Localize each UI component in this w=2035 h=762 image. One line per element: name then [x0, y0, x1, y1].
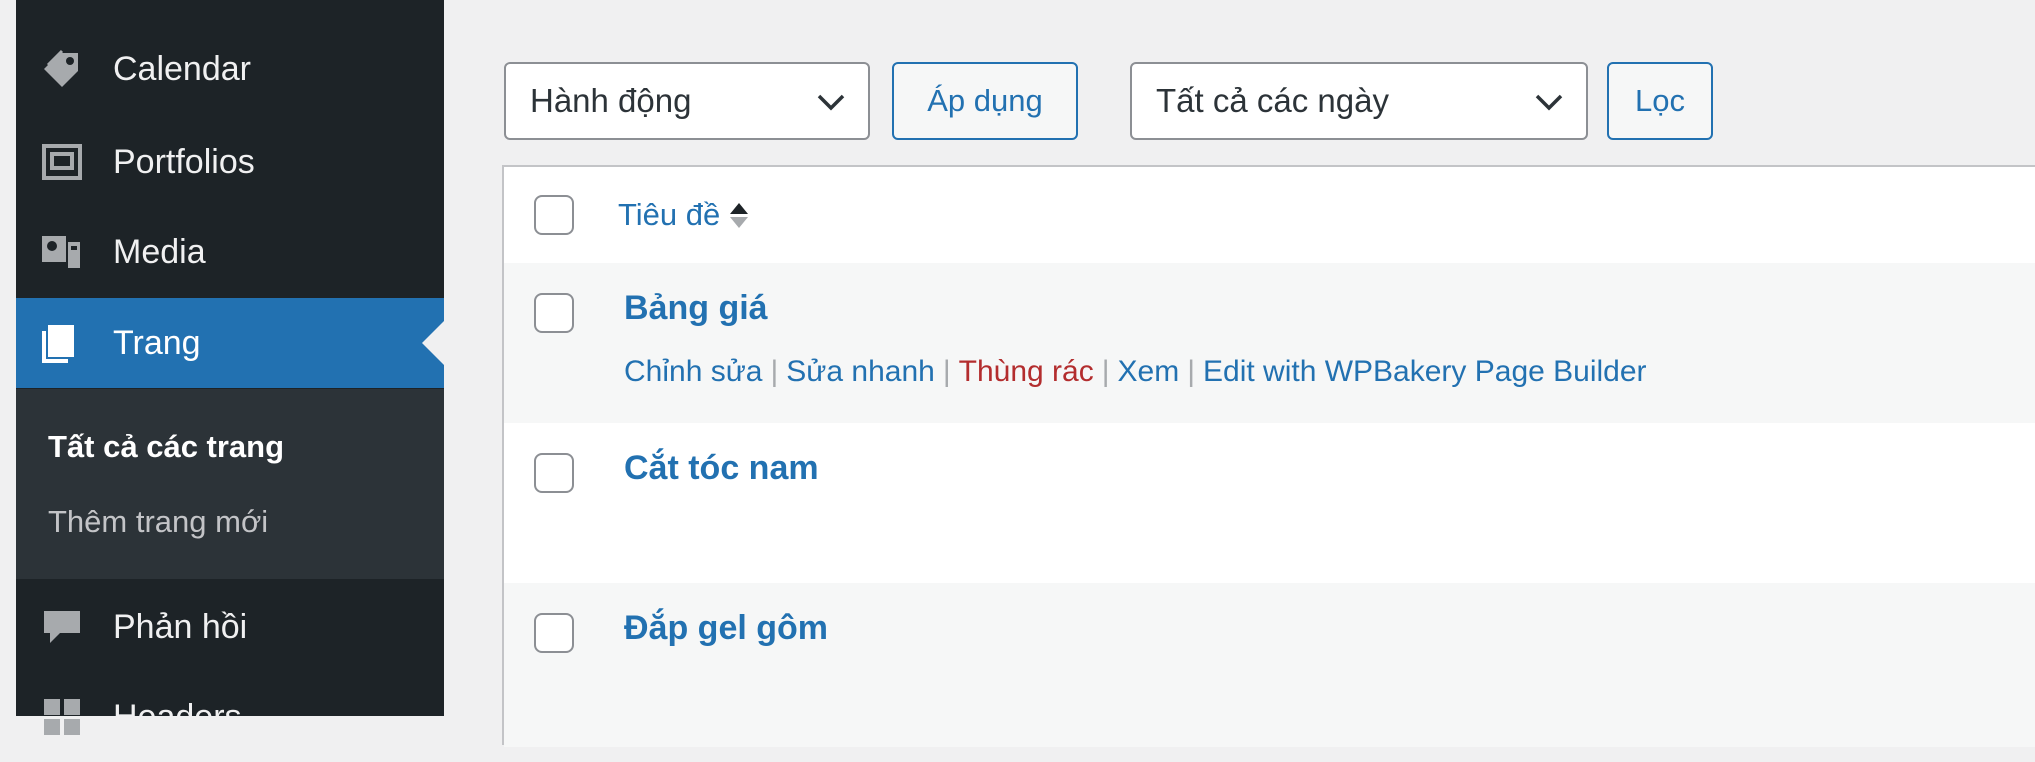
- view-link[interactable]: Xem: [1118, 355, 1180, 388]
- table-header: Tiêu đề: [504, 167, 2035, 265]
- row-actions: Chỉnh sửa | Sửa nhanh | Thùng rác | Xem | Edit w…: [624, 355, 1647, 388]
- menu-item-media[interactable]: Media: [16, 207, 444, 297]
- menu-item-label: Trang: [113, 323, 201, 362]
- trash-link[interactable]: Thùng rác: [959, 355, 1094, 388]
- date-filter-select[interactable]: Tất cả các ngày: [1130, 62, 1588, 140]
- column-title-label: Tiêu đề: [618, 197, 721, 232]
- page-icon: [40, 321, 84, 365]
- sort-icon: [730, 202, 749, 228]
- row-checkbox[interactable]: [534, 293, 574, 333]
- row-checkbox[interactable]: [534, 613, 574, 653]
- current-menu-arrow: [422, 321, 444, 365]
- select-all-checkbox[interactable]: [534, 195, 574, 235]
- menu-item-label: Portfolios: [113, 142, 255, 181]
- menu-item-comments[interactable]: Phản hồi: [16, 582, 444, 672]
- quick-edit-link[interactable]: Sửa nhanh: [786, 355, 935, 388]
- main-content: Hành động Áp dụng Tất cả các ngày Lọc Ti…: [444, 0, 2035, 747]
- comment-icon: [40, 605, 84, 649]
- pages-submenu: Tất cả các trang Thêm trang mới: [16, 389, 444, 579]
- date-filter-value: Tất cả các ngày: [1156, 82, 1389, 119]
- column-title-header[interactable]: Tiêu đề: [618, 197, 749, 233]
- row-title-link[interactable]: Cắt tóc nam: [624, 449, 819, 488]
- submenu-item-add-new[interactable]: Thêm trang mới: [48, 504, 268, 540]
- submenu-item-all-pages[interactable]: Tất cả các trang: [48, 429, 284, 465]
- table-row: Cắt tóc nam: [504, 423, 2035, 583]
- table-row: Bảng giá Chỉnh sửa | Sửa nhanh | Thùng rác | X…: [504, 263, 2035, 423]
- chevron-down-icon: [1534, 82, 1564, 120]
- menu-item-label: Calendar: [113, 49, 251, 88]
- menu-item-portfolios[interactable]: Portfolios: [16, 117, 444, 207]
- row-title-link[interactable]: Bảng giá: [624, 289, 768, 328]
- apply-button[interactable]: Áp dụng: [892, 62, 1078, 140]
- table-row: Đắp gel gôm: [504, 583, 2035, 747]
- menu-item-label: Headers: [113, 697, 242, 736]
- row-checkbox[interactable]: [534, 453, 574, 493]
- menu-item-label: Media: [113, 232, 206, 271]
- bulk-action-value: Hành động: [530, 82, 692, 119]
- menu-item-trang[interactable]: Trang: [16, 298, 444, 388]
- grid-icon: [40, 695, 84, 739]
- wpbakery-edit-link[interactable]: Edit with WPBakery Page Builder: [1203, 355, 1647, 388]
- menu-item-headers[interactable]: Headers: [16, 672, 444, 762]
- filter-button[interactable]: Lọc: [1607, 62, 1713, 140]
- pages-table: Tiêu đề Bảng giá Chỉnh sửa | Sửa nhanh | Thù…: [502, 165, 2035, 747]
- portfolio-icon: [40, 140, 84, 184]
- media-icon: [40, 230, 84, 274]
- row-title-link[interactable]: Đắp gel gôm: [624, 609, 828, 648]
- admin-sidebar: Calendar Portfolios Media Trang Tất cả c…: [16, 0, 444, 736]
- menu-item-calendar[interactable]: Calendar: [16, 24, 444, 114]
- edit-link[interactable]: Chỉnh sửa: [624, 355, 763, 388]
- menu-item-label: Phản hồi: [113, 607, 248, 646]
- tag-icon: [40, 47, 84, 91]
- bulk-action-select[interactable]: Hành động: [504, 62, 870, 140]
- chevron-down-icon: [816, 82, 846, 120]
